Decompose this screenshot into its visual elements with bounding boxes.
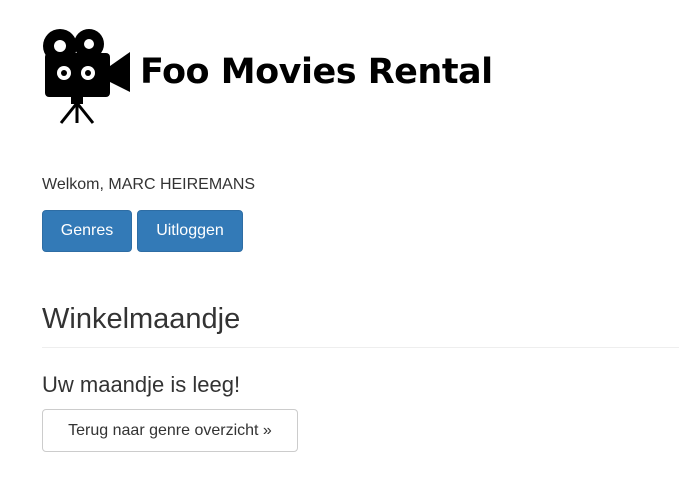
welcome-text: Welkom, MARC HEIREMANS (42, 176, 256, 193)
page: Foo Movies Rental Welkom, MARC HEIREMANS… (0, 0, 679, 492)
empty-cart-message: Uw maandje is leeg! (42, 372, 241, 397)
app-title: Foo Movies Rental (140, 52, 493, 92)
logout-button[interactable]: Uitloggen (137, 210, 243, 252)
genres-button[interactable]: Genres (42, 210, 132, 252)
movie-camera-icon (43, 29, 130, 124)
page-title: Winkelmaandje (42, 303, 241, 335)
back-to-genres-button[interactable]: Terug naar genre overzicht » (42, 409, 298, 452)
divider (42, 347, 679, 348)
